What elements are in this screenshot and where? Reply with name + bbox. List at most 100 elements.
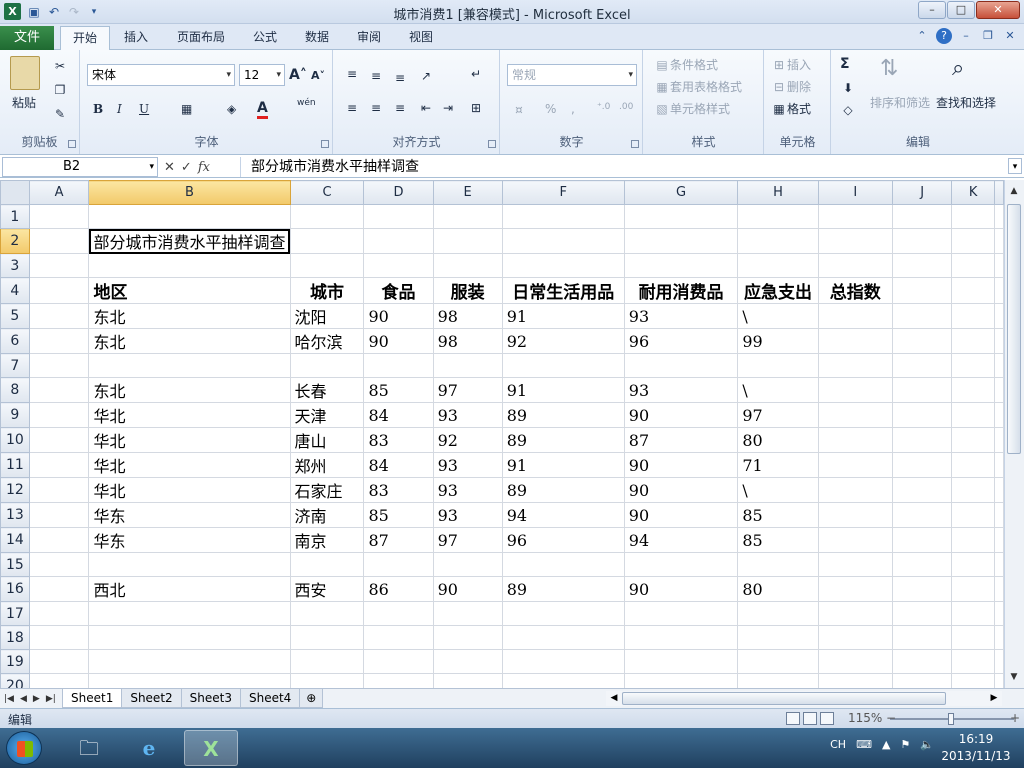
workbook-close-icon[interactable]: ✕ xyxy=(1002,28,1018,44)
cell-i1[interactable] xyxy=(817,204,893,229)
vertical-scroll-thumb[interactable] xyxy=(1007,204,1021,454)
cell-a4[interactable] xyxy=(28,277,90,304)
sheet-tab-sheet3[interactable]: Sheet3 xyxy=(180,689,241,708)
horizontal-scroll-thumb[interactable] xyxy=(622,692,946,705)
system-clock[interactable]: 16:19 2013/11/13 xyxy=(938,731,1014,765)
cell-i3[interactable] xyxy=(817,253,893,278)
cell-f13[interactable]: 94 xyxy=(501,502,625,528)
cell-b2[interactable]: 部分城市消费水平抽样调查 xyxy=(88,228,291,254)
normal-view-icon[interactable] xyxy=(786,712,800,725)
cell-b19[interactable] xyxy=(88,649,291,674)
cut-icon[interactable]: ✂ xyxy=(52,58,68,74)
decrease-decimal-icon[interactable]: .00 xyxy=(619,102,633,112)
decrease-indent-icon[interactable]: ⇤ xyxy=(418,100,434,116)
row-header-11[interactable]: 11 xyxy=(0,452,30,478)
cell-a8[interactable] xyxy=(28,377,90,403)
cell-i5[interactable] xyxy=(817,303,893,329)
cell-h1[interactable] xyxy=(737,204,819,229)
cell-h11[interactable]: 71 xyxy=(737,452,819,478)
cell-a19[interactable] xyxy=(28,649,90,674)
cell-e13[interactable]: 93 xyxy=(432,502,503,528)
sheet-tab-sheet4[interactable]: Sheet4 xyxy=(239,689,301,708)
cell-c20[interactable] xyxy=(289,673,365,688)
cell-c6[interactable]: 哈尔滨 xyxy=(289,328,365,354)
cell-d4[interactable]: 食品 xyxy=(363,277,434,304)
format-as-table-button[interactable]: 套用表格格式 xyxy=(670,80,742,94)
cell-h17[interactable] xyxy=(737,601,819,626)
cell-k11[interactable] xyxy=(951,452,995,478)
font-name-select[interactable]: 宋体 ▾ xyxy=(87,64,235,86)
cell-c7[interactable] xyxy=(289,353,365,378)
cell-c15[interactable] xyxy=(289,552,365,577)
autosum-button[interactable]: Σ xyxy=(840,56,850,72)
cell-c19[interactable] xyxy=(289,649,365,674)
cell-g12[interactable]: 90 xyxy=(623,477,739,503)
cell-a17[interactable] xyxy=(28,601,90,626)
align-top-icon[interactable]: ≡ xyxy=(344,66,360,82)
cell-c4[interactable]: 城市 xyxy=(289,277,365,304)
cell-d7[interactable] xyxy=(363,353,434,378)
cell-h15[interactable] xyxy=(737,552,819,577)
enter-entry-icon[interactable]: ✓ xyxy=(181,160,192,175)
cell-g9[interactable]: 90 xyxy=(623,402,739,428)
cell-i7[interactable] xyxy=(817,353,893,378)
cell-j8[interactable] xyxy=(891,377,953,403)
cell-i19[interactable] xyxy=(817,649,893,674)
cell-b4[interactable]: 地区 xyxy=(88,277,291,304)
row-header-17[interactable]: 17 xyxy=(0,601,30,626)
cell-d12[interactable]: 83 xyxy=(363,477,434,503)
cell-c8[interactable]: 长春 xyxy=(289,377,365,403)
cell-a9[interactable] xyxy=(28,402,90,428)
cell-j16[interactable] xyxy=(891,576,953,602)
cell-f8[interactable]: 91 xyxy=(501,377,625,403)
tab-file[interactable]: 文件 xyxy=(0,26,54,50)
cell-a6[interactable] xyxy=(28,328,90,354)
explorer-taskbar-icon[interactable]: 🗀 xyxy=(62,730,116,766)
cell-k17[interactable] xyxy=(951,601,995,626)
cell-c2[interactable] xyxy=(289,228,365,254)
cell-f1[interactable] xyxy=(501,204,625,229)
cell-c1[interactable] xyxy=(289,204,365,229)
network-icon[interactable]: ⚑ xyxy=(900,738,910,751)
cell-g17[interactable] xyxy=(623,601,739,626)
formula-input[interactable]: 部分城市消费水平抽样调查 xyxy=(240,157,1006,177)
row-header-5[interactable]: 5 xyxy=(0,303,30,329)
row-header-10[interactable]: 10 xyxy=(0,427,30,453)
cell-b20[interactable] xyxy=(88,673,291,688)
cell-a12[interactable] xyxy=(28,477,90,503)
cell-e20[interactable] xyxy=(432,673,503,688)
cell-a1[interactable] xyxy=(28,204,90,229)
align-bottom-icon[interactable]: ≡ xyxy=(392,70,408,86)
cell-j9[interactable] xyxy=(891,402,953,428)
cell-g18[interactable] xyxy=(623,625,739,650)
cell-a7[interactable] xyxy=(28,353,90,378)
cell-h18[interactable] xyxy=(737,625,819,650)
excel-taskbar-icon[interactable]: X xyxy=(184,730,238,766)
zoom-slider-knob[interactable] xyxy=(948,713,954,725)
insert-button[interactable]: 插入 xyxy=(787,58,811,72)
cell-i16[interactable] xyxy=(817,576,893,602)
wrap-text-icon[interactable]: ↵ xyxy=(468,66,484,82)
cell-f17[interactable] xyxy=(501,601,625,626)
cell-b18[interactable] xyxy=(88,625,291,650)
zoom-out-button[interactable]: − xyxy=(886,711,896,725)
cell-e14[interactable]: 97 xyxy=(432,527,503,553)
cell-f10[interactable]: 89 xyxy=(501,427,625,453)
vertical-scrollbar[interactable]: ▲ ▼ xyxy=(1004,180,1024,688)
cell-g10[interactable]: 87 xyxy=(623,427,739,453)
cell-e10[interactable]: 92 xyxy=(432,427,503,453)
cell-k5[interactable] xyxy=(951,303,995,329)
cell-i8[interactable] xyxy=(817,377,893,403)
align-middle-icon[interactable]: ≡ xyxy=(368,68,384,84)
row-header-6[interactable]: 6 xyxy=(0,328,30,354)
tab-view[interactable]: 视图 xyxy=(400,26,442,50)
minimize-ribbon-icon[interactable]: ⌃ xyxy=(914,28,930,44)
shrink-font-icon[interactable]: A˅ xyxy=(311,69,325,82)
cell-h12[interactable]: \ xyxy=(737,477,819,503)
cell-i6[interactable] xyxy=(817,328,893,354)
cell-e16[interactable]: 90 xyxy=(432,576,503,602)
cell-k1[interactable] xyxy=(951,204,995,229)
cell-b5[interactable]: 东北 xyxy=(88,303,291,329)
cell-c3[interactable] xyxy=(289,253,365,278)
workbook-restore-icon[interactable]: ❐ xyxy=(980,28,996,44)
